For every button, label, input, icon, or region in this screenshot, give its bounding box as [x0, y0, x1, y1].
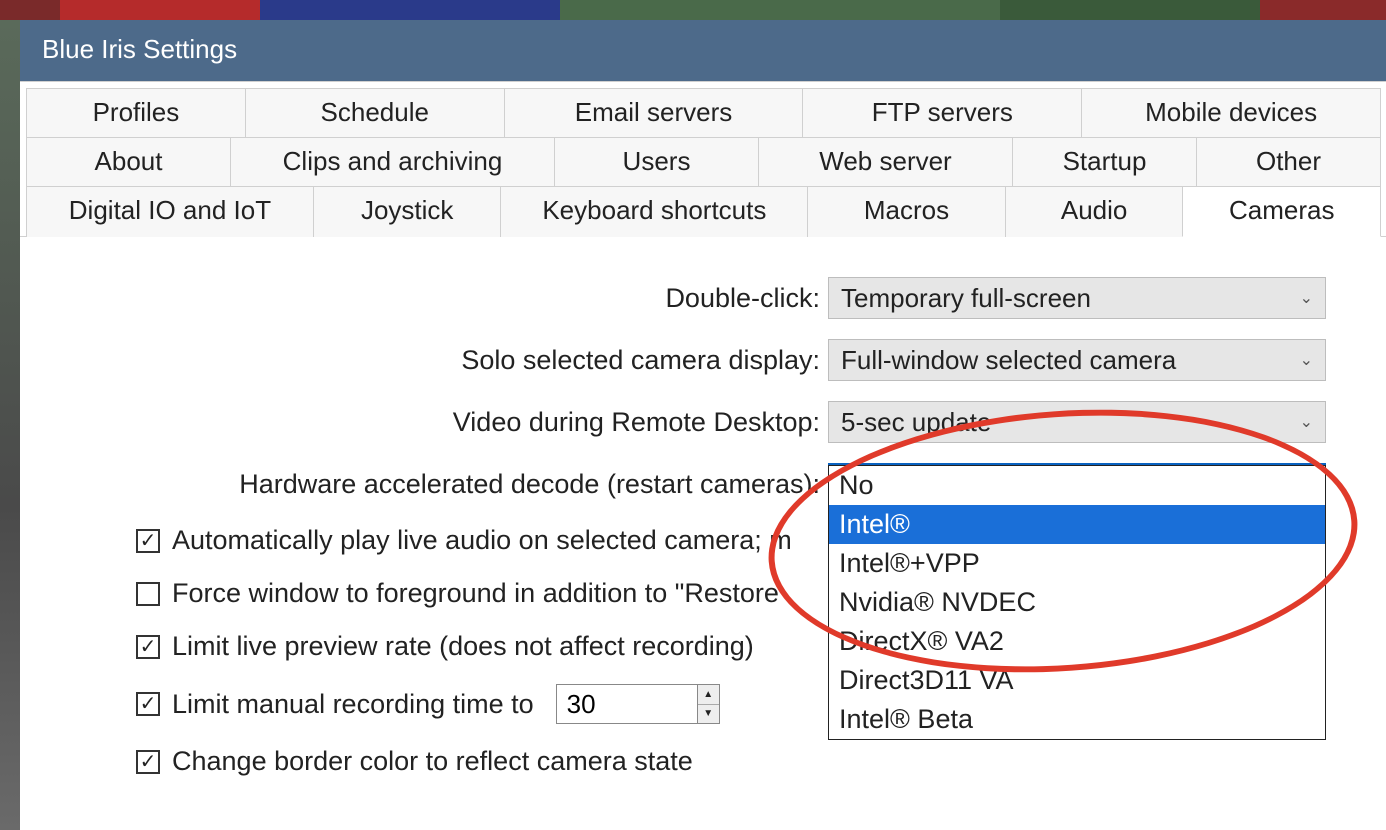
- combo-double-click-value: Temporary full-screen: [841, 283, 1091, 314]
- tab-audio[interactable]: Audio: [1005, 186, 1184, 237]
- check-limit-live[interactable]: ✓: [136, 635, 160, 659]
- check-limit-rec[interactable]: ✓: [136, 692, 160, 716]
- combo-solo[interactable]: Full-window selected camera ⌄: [828, 339, 1326, 381]
- tab-startup[interactable]: Startup: [1012, 137, 1197, 187]
- limit-rec-spinner: ▲ ▼: [697, 685, 719, 723]
- combo-double-click[interactable]: Temporary full-screen ⌄: [828, 277, 1326, 319]
- tab-joystick[interactable]: Joystick: [313, 186, 502, 237]
- combo-solo-value: Full-window selected camera: [841, 345, 1176, 376]
- chevron-down-icon: ⌄: [1300, 350, 1313, 370]
- hw-opt-d3d11-va[interactable]: Direct3D11 VA: [829, 661, 1325, 700]
- tab-schedule[interactable]: Schedule: [245, 88, 505, 138]
- check-limit-rec-label: Limit manual recording time to: [172, 689, 534, 720]
- tab-web-server[interactable]: Web server: [758, 137, 1013, 187]
- check-auto-audio-label: Automatically play live audio on selecte…: [172, 525, 792, 556]
- background-strip: [0, 0, 1386, 20]
- hw-opt-nvidia[interactable]: Nvidia® NVDEC: [829, 583, 1325, 622]
- tab-other[interactable]: Other: [1196, 137, 1381, 187]
- check-auto-audio[interactable]: ✓: [136, 529, 160, 553]
- check-force-fg[interactable]: [136, 582, 160, 606]
- tab-macros[interactable]: Macros: [807, 186, 1006, 237]
- combo-remote[interactable]: 5-sec update ⌄: [828, 401, 1326, 443]
- spin-down-icon[interactable]: ▼: [698, 705, 719, 724]
- background-left: [0, 20, 20, 830]
- tab-keyboard-shortcuts[interactable]: Keyboard shortcuts: [500, 186, 808, 237]
- label-hw-decode: Hardware accelerated decode (restart cam…: [80, 469, 828, 500]
- check-border-label: Change border color to reflect camera st…: [172, 746, 693, 777]
- tab-email-servers[interactable]: Email servers: [504, 88, 804, 138]
- chevron-down-icon: ⌄: [1300, 412, 1313, 432]
- tab-profiles[interactable]: Profiles: [26, 88, 246, 138]
- hw-opt-intel-beta[interactable]: Intel® Beta: [829, 700, 1325, 739]
- hw-opt-intel[interactable]: Intel®: [829, 505, 1325, 544]
- tab-about[interactable]: About: [26, 137, 231, 187]
- tab-content-cameras: Double-click: Temporary full-screen ⌄ So…: [20, 237, 1386, 799]
- hw-opt-directx-va2[interactable]: DirectX® VA2: [829, 622, 1325, 661]
- tab-clips-archiving[interactable]: Clips and archiving: [230, 137, 555, 187]
- window-title: Blue Iris Settings: [20, 20, 1386, 81]
- tab-row-1: Profiles Schedule Email servers FTP serv…: [26, 88, 1380, 137]
- label-solo: Solo selected camera display:: [80, 345, 828, 376]
- tab-row-2: About Clips and archiving Users Web serv…: [26, 137, 1380, 186]
- tab-users[interactable]: Users: [554, 137, 759, 187]
- limit-rec-value-box: ▲ ▼: [556, 684, 720, 724]
- limit-rec-input[interactable]: [557, 685, 697, 723]
- label-remote: Video during Remote Desktop:: [80, 407, 828, 438]
- check-border-row: ✓ Change border color to reflect camera …: [136, 746, 1326, 777]
- tab-ftp-servers[interactable]: FTP servers: [802, 88, 1082, 138]
- settings-window: Blue Iris Settings Profiles Schedule Ema…: [20, 20, 1386, 830]
- label-double-click: Double-click:: [80, 283, 828, 314]
- check-force-fg-label: Force window to foreground in addition t…: [172, 578, 779, 609]
- tab-row-3: Digital IO and IoT Joystick Keyboard sho…: [26, 186, 1380, 236]
- tab-digital-io[interactable]: Digital IO and IoT: [26, 186, 314, 237]
- check-border[interactable]: ✓: [136, 750, 160, 774]
- combo-remote-value: 5-sec update: [841, 407, 991, 438]
- chevron-down-icon: ⌄: [1300, 288, 1313, 308]
- spin-up-icon[interactable]: ▲: [698, 685, 719, 705]
- tabs-area: Profiles Schedule Email servers FTP serv…: [20, 81, 1386, 237]
- tab-cameras[interactable]: Cameras: [1182, 186, 1381, 237]
- tab-mobile-devices[interactable]: Mobile devices: [1081, 88, 1381, 138]
- hw-opt-intel-vpp[interactable]: Intel®+VPP: [829, 544, 1325, 583]
- check-limit-live-label: Limit live preview rate (does not affect…: [172, 631, 754, 662]
- hw-opt-no[interactable]: No: [829, 466, 1325, 505]
- hw-decode-dropdown: No Intel® Intel®+VPP Nvidia® NVDEC Direc…: [828, 465, 1326, 740]
